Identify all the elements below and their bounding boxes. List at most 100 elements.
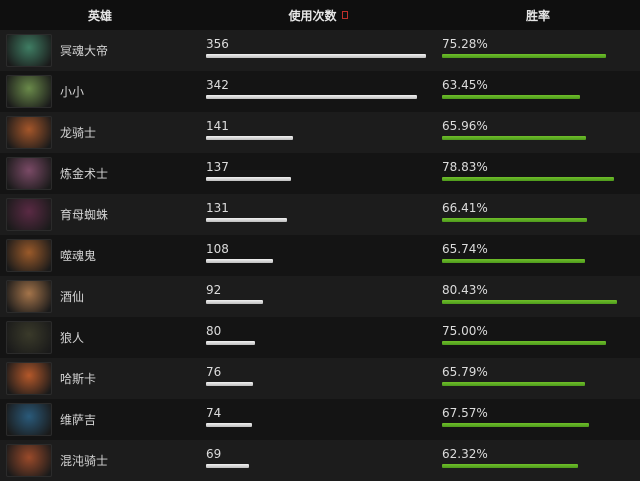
table-row[interactable]: 混沌骑士 69 62.32% xyxy=(0,440,640,481)
table-row[interactable]: 炼金术士 137 78.83% xyxy=(0,153,640,194)
uses-bar xyxy=(206,382,253,386)
table-header: 英雄 使用次数 胜率 xyxy=(0,0,640,30)
visage-portrait-icon xyxy=(6,403,52,436)
winrate-cell: 63.45% xyxy=(436,71,640,112)
uses-count: 80 xyxy=(206,324,222,338)
table-row[interactable]: 小小 342 63.45% xyxy=(0,71,640,112)
winrate-cell: 67.57% xyxy=(436,399,640,440)
winrate-value: 66.41% xyxy=(442,201,488,215)
hero-cell: 噬魂鬼 xyxy=(0,235,200,276)
uses-bar xyxy=(206,300,263,304)
winrate-value: 78.83% xyxy=(442,160,488,174)
winrate-bar xyxy=(442,177,614,181)
winrate-bar xyxy=(442,54,606,58)
hero-name: 炼金术士 xyxy=(60,167,109,181)
column-header-hero[interactable]: 英雄 xyxy=(0,0,200,30)
uses-cell: 80 xyxy=(200,317,436,358)
lycan-portrait-icon xyxy=(6,321,52,354)
uses-cell: 137 xyxy=(200,153,436,194)
table-row[interactable]: 哈斯卡 76 65.79% xyxy=(0,358,640,399)
winrate-cell: 66.41% xyxy=(436,194,640,235)
hero-name: 育母蜘蛛 xyxy=(60,208,109,222)
uses-bar xyxy=(206,464,249,468)
table-row[interactable]: 育母蜘蛛 131 66.41% xyxy=(0,194,640,235)
uses-bar xyxy=(206,423,252,427)
winrate-value: 75.00% xyxy=(442,324,488,338)
winrate-bar xyxy=(442,136,586,140)
winrate-value: 67.57% xyxy=(442,406,488,420)
hero-name: 哈斯卡 xyxy=(60,372,97,386)
table-row[interactable]: 维萨吉 74 67.57% xyxy=(0,399,640,440)
uses-column-label: 使用次数 xyxy=(288,8,337,23)
column-header-uses[interactable]: 使用次数 xyxy=(200,0,436,30)
winrate-bar xyxy=(442,300,617,304)
winrate-bar xyxy=(442,95,580,99)
winrate-bar xyxy=(442,218,587,222)
uses-count: 131 xyxy=(206,201,229,215)
winrate-bar xyxy=(442,423,589,427)
uses-count: 356 xyxy=(206,37,229,51)
tiny-portrait-icon xyxy=(6,75,52,108)
winrate-value: 65.96% xyxy=(442,119,488,133)
hero-name: 维萨吉 xyxy=(60,413,97,427)
hero-cell: 哈斯卡 xyxy=(0,358,200,399)
uses-bar xyxy=(206,95,417,99)
hero-name: 混沌骑士 xyxy=(60,454,109,468)
hero-name: 狼人 xyxy=(60,331,85,345)
table-row[interactable]: 冥魂大帝 356 75.28% xyxy=(0,30,640,71)
uses-cell: 108 xyxy=(200,235,436,276)
column-header-winrate[interactable]: 胜率 xyxy=(436,0,640,30)
uses-cell: 69 xyxy=(200,440,436,481)
winrate-value: 65.74% xyxy=(442,242,488,256)
uses-bar xyxy=(206,136,293,140)
winrate-value: 80.43% xyxy=(442,283,488,297)
uses-cell: 131 xyxy=(200,194,436,235)
winrate-cell: 65.96% xyxy=(436,112,640,153)
uses-cell: 342 xyxy=(200,71,436,112)
hero-name: 龙骑士 xyxy=(60,126,97,140)
table-row[interactable]: 酒仙 92 80.43% xyxy=(0,276,640,317)
dragon-knight-portrait-icon xyxy=(6,116,52,149)
chaos-knight-portrait-icon xyxy=(6,444,52,477)
winrate-bar xyxy=(442,259,585,263)
uses-count: 342 xyxy=(206,78,229,92)
uses-count: 76 xyxy=(206,365,222,379)
sort-icon[interactable] xyxy=(341,11,348,19)
winrate-value: 75.28% xyxy=(442,37,488,51)
hero-cell: 酒仙 xyxy=(0,276,200,317)
brewmaster-portrait-icon xyxy=(6,280,52,313)
uses-bar xyxy=(206,259,273,263)
hero-name: 冥魂大帝 xyxy=(60,44,109,58)
huskar-portrait-icon xyxy=(6,362,52,395)
hero-cell: 育母蜘蛛 xyxy=(0,194,200,235)
hero-stats-table: 英雄 使用次数 胜率 冥魂大帝 356 75.28% 小小 342 63.45% 龙骑士 14… xyxy=(0,0,640,481)
uses-count: 141 xyxy=(206,119,229,133)
winrate-bar xyxy=(442,382,585,386)
winrate-cell: 65.79% xyxy=(436,358,640,399)
hero-name: 酒仙 xyxy=(60,290,85,304)
table-row[interactable]: 狼人 80 75.00% xyxy=(0,317,640,358)
winrate-value: 62.32% xyxy=(442,447,488,461)
uses-bar xyxy=(206,341,255,345)
winrate-bar xyxy=(442,464,578,468)
table-row[interactable]: 噬魂鬼 108 65.74% xyxy=(0,235,640,276)
table-row[interactable]: 龙骑士 141 65.96% xyxy=(0,112,640,153)
wraith-king-portrait-icon xyxy=(6,34,52,67)
winrate-value: 63.45% xyxy=(442,78,488,92)
uses-bar xyxy=(206,218,287,222)
hero-column-label: 英雄 xyxy=(87,8,112,23)
winrate-cell: 78.83% xyxy=(436,153,640,194)
hero-cell: 维萨吉 xyxy=(0,399,200,440)
hero-cell: 冥魂大帝 xyxy=(0,30,200,71)
winrate-cell: 62.32% xyxy=(436,440,640,481)
winrate-bar xyxy=(442,341,606,345)
winrate-cell: 65.74% xyxy=(436,235,640,276)
hero-cell: 龙骑士 xyxy=(0,112,200,153)
hero-name: 小小 xyxy=(60,85,85,99)
uses-count: 92 xyxy=(206,283,222,297)
table-body: 冥魂大帝 356 75.28% 小小 342 63.45% 龙骑士 141 65.96% 炼金术士… xyxy=(0,30,640,481)
lifestealer-portrait-icon xyxy=(6,239,52,272)
winrate-cell: 75.00% xyxy=(436,317,640,358)
uses-cell: 356 xyxy=(200,30,436,71)
uses-count: 74 xyxy=(206,406,222,420)
